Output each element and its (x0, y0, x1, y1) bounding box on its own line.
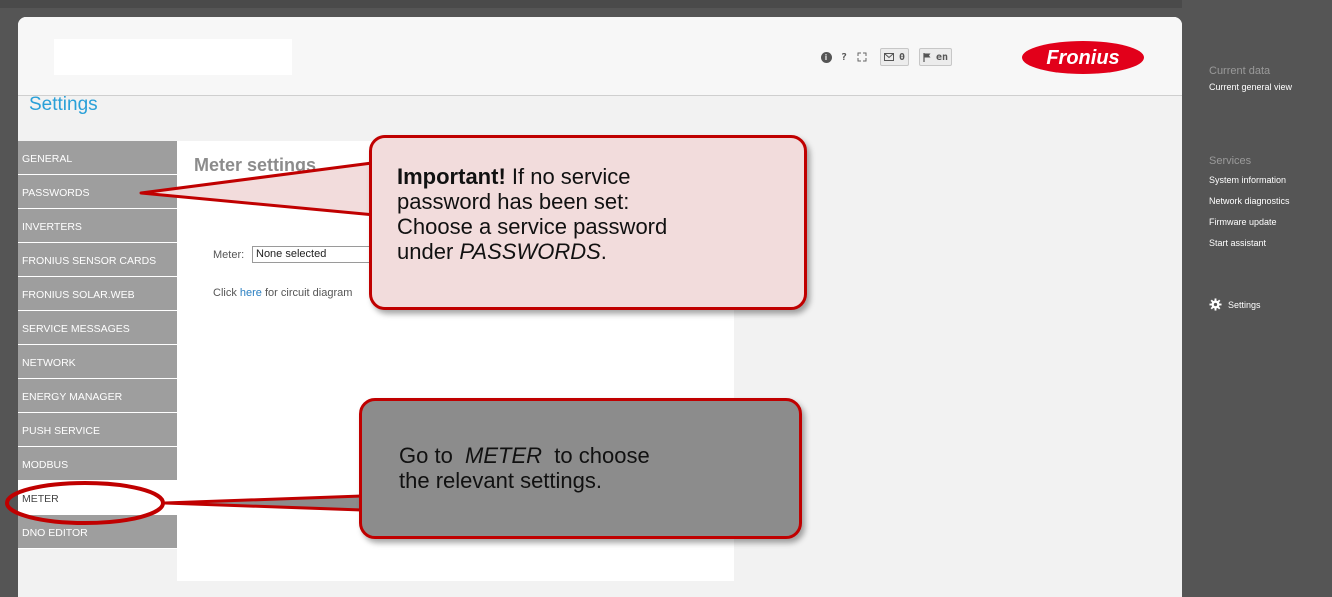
important-line-1: Important! If no service (397, 164, 667, 189)
important-line-1-rest: If no service (505, 164, 631, 189)
meter-line-1-suffix: to choose (542, 443, 650, 468)
important-line-4-suffix: . (600, 239, 607, 264)
important-bold: Important! (397, 164, 506, 189)
meter-line-2: the relevant settings. (399, 468, 603, 493)
meter-line-1-prefix: Go to (399, 443, 466, 468)
important-line-3: Choose a service password (397, 214, 668, 239)
meter-callout-pointer (163, 494, 364, 512)
meter-line-1: Go to METER to choose (399, 443, 650, 468)
meter-callout: Go to METER to choose the relevant setti… (359, 398, 802, 539)
meter-callout-text: Go to METER to choose the relevant setti… (399, 443, 650, 493)
important-callout-text: Important! If no service password has be… (397, 164, 667, 264)
meter-italic: METER (465, 443, 543, 468)
meter-highlight-ring (5, 481, 165, 525)
important-callout: Important! If no service password has be… (369, 135, 807, 310)
important-line-2: password has been set: (397, 189, 630, 214)
important-line-4-prefix: under (397, 239, 460, 264)
important-passwords-italic: PASSWORDS (459, 239, 601, 264)
important-callout-pointer (139, 161, 377, 217)
important-line-4: under PASSWORDS. (397, 239, 667, 264)
